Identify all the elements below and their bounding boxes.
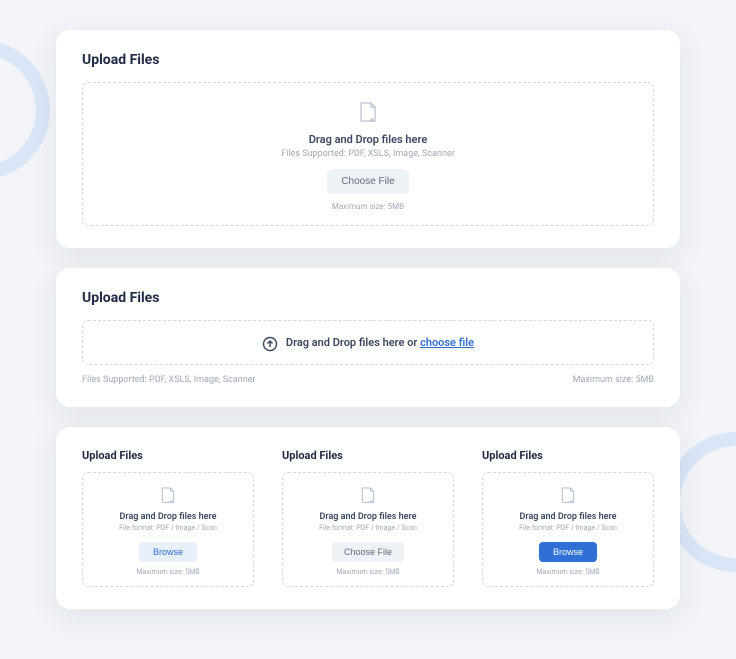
max-size-text: Maximum size: 5MB	[103, 202, 633, 211]
supported-text: File format: PDF / Image / Scan	[493, 524, 643, 532]
upload-card-triple: Upload Files Drag and Drop files here Fi…	[56, 427, 680, 609]
dropzone[interactable]: Drag and Drop files here or choose file	[82, 320, 654, 365]
drag-text: Drag and Drop files here	[493, 512, 643, 522]
upload-block: Upload Files Drag and Drop files here Fi…	[282, 449, 454, 587]
card-title: Upload Files	[282, 449, 454, 462]
card-title: Upload Files	[482, 449, 654, 462]
dropzone[interactable]: Drag and Drop files here File format: PD…	[482, 472, 654, 587]
dropzone[interactable]: Drag and Drop files here Files Supported…	[82, 82, 654, 226]
upload-card-row: Upload Files Drag and Drop files here or…	[56, 268, 680, 407]
file-upload-icon	[293, 485, 443, 506]
meta-row: Files Supported: PDF, XSLS, Image, Scann…	[82, 375, 654, 385]
choose-file-link[interactable]: choose file	[420, 336, 474, 349]
drag-text: Drag and Drop files here	[103, 133, 633, 146]
card-title: Upload Files	[82, 290, 654, 306]
drag-text: Drag and Drop files here	[93, 512, 243, 522]
upload-block: Upload Files Drag and Drop files here Fi…	[482, 449, 654, 587]
card-title: Upload Files	[82, 52, 654, 68]
max-size-text: Maximum size: 5MB	[573, 375, 654, 385]
drag-text: Drag and Drop files here or choose file	[286, 336, 474, 349]
choose-file-button[interactable]: Choose File	[327, 169, 408, 194]
supported-text: File format: PDF / Image / Scan	[293, 524, 443, 532]
supported-text: File format: PDF / Image / Scan	[93, 524, 243, 532]
file-upload-icon	[93, 485, 243, 506]
upload-block: Upload Files Drag and Drop files here Fi…	[82, 449, 254, 587]
dropzone[interactable]: Drag and Drop files here File format: PD…	[282, 472, 454, 587]
supported-text: Files Supported: PDF, XSLS, Image, Scann…	[82, 375, 256, 385]
drag-text: Drag and Drop files here	[293, 512, 443, 522]
card-title: Upload Files	[82, 449, 254, 462]
file-upload-icon	[493, 485, 643, 506]
upload-card-large: Upload Files Drag and Drop files here Fi…	[56, 30, 680, 248]
max-size-text: Maximum size: 5MB	[293, 568, 443, 576]
max-size-text: Maximum size: 5MB	[93, 568, 243, 576]
dropzone[interactable]: Drag and Drop files here File format: PD…	[82, 472, 254, 587]
file-upload-icon	[103, 101, 633, 125]
supported-text: Files Supported: PDF, XSLS, Image, Scann…	[103, 149, 633, 159]
upload-circle-icon	[262, 333, 278, 352]
max-size-text: Maximum size: 5MB	[493, 568, 643, 576]
